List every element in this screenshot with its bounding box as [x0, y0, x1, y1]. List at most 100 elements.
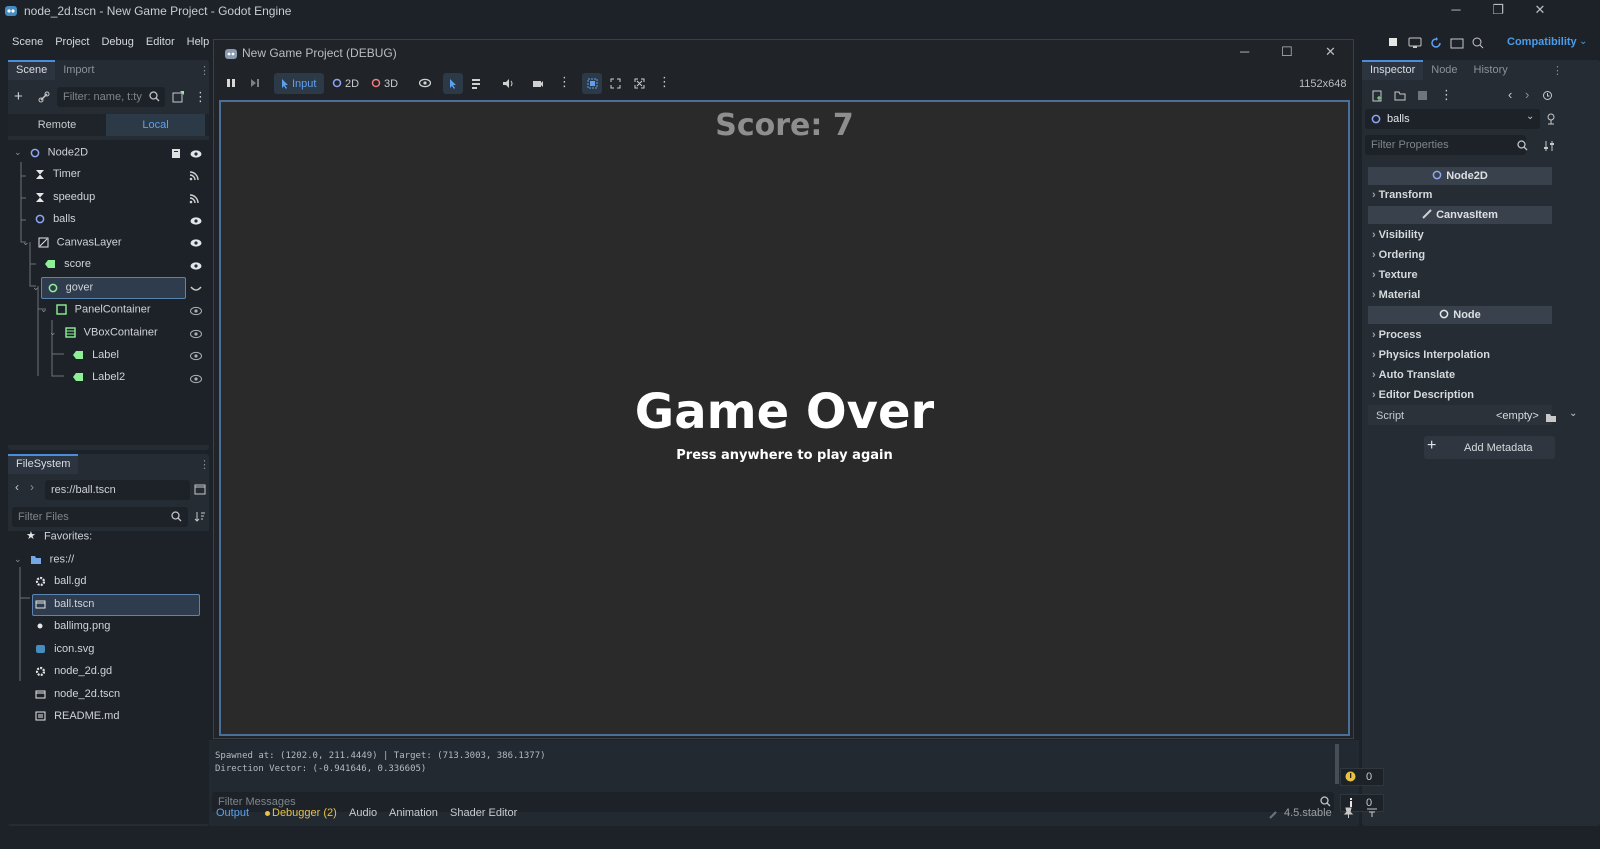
section-node2d[interactable]: Node2D	[1368, 167, 1552, 185]
tree-item-panelcontainer[interactable]: ⌄ PanelContainer	[40, 299, 151, 320]
tree-item-canvaslayer[interactable]: ⌄ CanvasLayer	[22, 232, 122, 253]
prop-process[interactable]: › Process	[1372, 329, 1421, 341]
close-window-button[interactable]: ✕	[1530, 2, 1550, 20]
2d-mode-button[interactable]: 2D	[345, 78, 359, 90]
menu-editor[interactable]: Editor	[146, 36, 175, 48]
chevron-down-icon[interactable]: ⌄	[1526, 111, 1534, 122]
menu-project[interactable]: Project	[55, 36, 89, 48]
back-icon[interactable]: ‹	[15, 480, 19, 494]
visibility-eye-icon[interactable]	[190, 149, 202, 159]
script-icon[interactable]	[171, 148, 182, 159]
prop-texture[interactable]: › Texture	[1372, 269, 1418, 281]
visibility-eye-icon[interactable]	[190, 351, 202, 361]
prop-material[interactable]: › Material	[1372, 289, 1420, 301]
tree-item-vboxcontainer[interactable]: ⌄ VBoxContainer	[49, 322, 158, 343]
prop-transform[interactable]: › Transform	[1372, 189, 1432, 201]
dock-menu-icon[interactable]: ⋮	[199, 64, 210, 77]
file-item[interactable]: icon.svg	[35, 639, 94, 660]
reload-icon[interactable]	[1430, 37, 1444, 49]
visibility-eye-icon[interactable]	[190, 374, 202, 384]
tab-output[interactable]: Output	[216, 807, 249, 819]
camera-menu-icon[interactable]: ⋮	[558, 74, 571, 90]
split-view-icon[interactable]	[194, 484, 206, 495]
game-close-button[interactable]: ✕	[1325, 44, 1336, 60]
stop-icon[interactable]	[1388, 37, 1402, 49]
new-resource-icon[interactable]	[1372, 90, 1383, 102]
local-button[interactable]: Local	[106, 114, 205, 136]
link-icon[interactable]	[38, 91, 50, 103]
file-item[interactable]: ball.gd	[35, 571, 86, 592]
file-item[interactable]: README.md	[35, 706, 119, 727]
pause-icon[interactable]	[226, 78, 236, 88]
dock-menu-icon[interactable]: ⋮	[1552, 64, 1563, 77]
minimize-button[interactable]: ─	[1446, 2, 1466, 20]
zoom-icon[interactable]	[1472, 37, 1486, 49]
restore-button[interactable]: ❐	[1488, 2, 1508, 20]
files-filter-input[interactable]: Filter Files	[12, 507, 188, 527]
prop-physics-interpolation[interactable]: › Physics Interpolation	[1372, 349, 1490, 361]
tab-import[interactable]: Import	[55, 60, 102, 80]
file-item[interactable]: node_2d.tscn	[35, 684, 120, 705]
node-doc-icon[interactable]	[1545, 113, 1557, 125]
visibility-eye-icon[interactable]	[190, 216, 202, 226]
3d-mode-button[interactable]: 3D	[384, 78, 398, 90]
save-icon[interactable]	[1417, 90, 1428, 101]
section-node[interactable]: Node	[1368, 306, 1552, 324]
filter-messages-input[interactable]: Filter Messages	[212, 792, 1334, 812]
prop-visibility[interactable]: › Visibility	[1372, 229, 1424, 241]
scrollbar[interactable]	[1335, 744, 1339, 784]
add-node-icon[interactable]: +	[14, 88, 23, 105]
audio-icon[interactable]	[502, 78, 514, 89]
chevron-down-icon[interactable]: ⌄	[32, 277, 40, 298]
list-select-icon[interactable]	[471, 78, 483, 89]
visibility-eye-icon[interactable]	[190, 261, 202, 271]
tree-item-score[interactable]: score	[44, 254, 91, 275]
sort-icon[interactable]	[194, 511, 206, 522]
tree-item-speedup[interactable]: speedup	[35, 187, 95, 208]
script-value[interactable]: <empty>	[1496, 410, 1539, 422]
fullscreen-icon[interactable]	[634, 78, 645, 89]
tab-scene[interactable]: Scene	[8, 60, 56, 80]
tree-item-label2[interactable]: Label2	[72, 367, 125, 388]
tree-item-gover[interactable]: ⌄ gover	[32, 277, 93, 298]
tree-item-timer[interactable]: Timer	[35, 164, 81, 185]
pin-icon[interactable]	[1343, 807, 1354, 819]
open-folder-icon[interactable]	[1394, 90, 1406, 101]
load-script-icon[interactable]	[1545, 412, 1557, 423]
tab-audio[interactable]: Audio	[349, 807, 377, 819]
filter-properties-input[interactable]: Filter Properties	[1365, 135, 1526, 155]
menu-debug[interactable]: Debug	[101, 36, 133, 48]
signal-icon[interactable]	[189, 193, 200, 204]
tab-animation[interactable]: Animation	[389, 807, 438, 819]
history-forward-icon[interactable]: ›	[1525, 87, 1529, 102]
fit-icon[interactable]	[610, 78, 621, 89]
visibility-eye-icon[interactable]	[419, 78, 431, 88]
tab-filesystem[interactable]: FileSystem	[8, 454, 79, 474]
tree-item-node2d[interactable]: ⌄ Node2D	[14, 142, 88, 163]
tab-history[interactable]: History	[1466, 60, 1516, 80]
scene-menu-icon[interactable]: ⋮	[194, 89, 207, 105]
section-canvasitem[interactable]: CanvasItem	[1368, 206, 1552, 224]
chevron-down-icon[interactable]: ⌄	[40, 299, 48, 320]
movie-icon[interactable]	[1450, 37, 1464, 49]
tab-debugger[interactable]: Debugger (2)	[272, 807, 337, 819]
tab-shader-editor[interactable]: Shader Editor	[450, 807, 517, 819]
object-history-icon[interactable]	[1542, 90, 1553, 101]
visibility-eye-icon[interactable]	[190, 329, 202, 339]
path-field[interactable]: res://ball.tscn	[45, 480, 190, 500]
file-item[interactable]: ball.tscn	[35, 594, 94, 615]
dock-menu-icon[interactable]: ⋮	[199, 458, 210, 471]
chevron-down-icon[interactable]: ⌄	[22, 232, 30, 253]
forward-icon[interactable]: ›	[30, 480, 34, 494]
chevron-down-icon[interactable]: ⌄	[49, 322, 57, 343]
more-icon[interactable]: ⋮	[1440, 87, 1453, 103]
signal-icon[interactable]	[189, 170, 200, 181]
file-item[interactable]: node_2d.gd	[35, 661, 112, 682]
game-minimize-button[interactable]: ─	[1240, 44, 1249, 59]
tree-item-balls[interactable]: balls	[35, 209, 76, 230]
remote-button[interactable]: Remote	[8, 119, 106, 131]
chevron-down-icon[interactable]: ⌄	[14, 549, 22, 570]
game-maximize-button[interactable]: ☐	[1281, 44, 1293, 60]
tab-node[interactable]: Node	[1423, 60, 1465, 80]
visibility-eye-icon[interactable]	[190, 306, 202, 316]
